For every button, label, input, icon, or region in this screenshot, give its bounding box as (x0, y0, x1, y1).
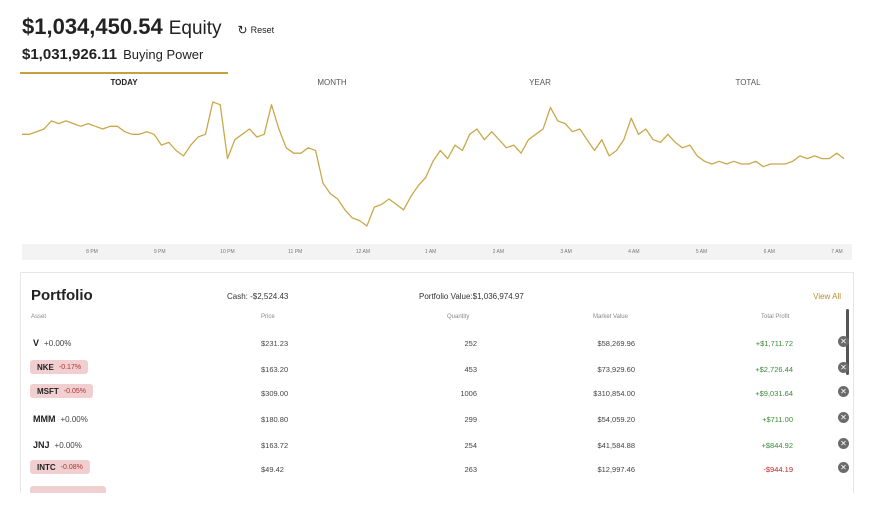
tab-today[interactable]: TODAY (20, 74, 228, 88)
quantity-cell: 263 (464, 465, 477, 474)
tab-month[interactable]: MONTH (228, 74, 436, 88)
asset-cell: NKE -0.17% (30, 360, 89, 374)
remove-icon[interactable]: ✕ (838, 386, 849, 397)
time-tick-label: 6 AM (763, 249, 775, 255)
reset-label: Reset (250, 25, 275, 35)
table-row[interactable]: INTC -0.08% $49.42 263 $12,997.46 -$944.… (21, 457, 849, 481)
col-price: Price (261, 314, 275, 320)
asset-change: +0.00% (44, 338, 72, 348)
quantity-cell: 1006 (460, 389, 477, 398)
time-axis: 8 PM 9 PM 10 PM 11 PM 12 AM 1 AM 2 AM 3 AM 4 AM 5… (22, 244, 852, 260)
total-profit-cell: +$2,726.44 (755, 365, 793, 374)
portfolio-title: Portfolio (31, 287, 93, 304)
asset-cell: INTC -0.08% (30, 460, 90, 474)
col-market-value: Market Value (593, 314, 628, 320)
asset-cell: JNJ +0.00% (33, 440, 82, 450)
price-cell: $163.20 (261, 365, 289, 374)
reset-icon: ↻ (237, 23, 248, 37)
cash-balance: Cash: -$2,524.43 (227, 292, 289, 301)
equity-row: $1,034,450.54 Equity ↻ Reset (22, 14, 274, 40)
price-cell: $163.72 (261, 441, 289, 450)
time-tick-label: 1 AM (424, 249, 437, 255)
price-cell: $231.23 (261, 339, 289, 348)
portfolio-header: Portfolio Cash: -$2,524.43 Portfolio Val… (21, 273, 853, 307)
remove-icon[interactable]: ✕ (838, 412, 849, 423)
time-tick-label: 3 AM (560, 249, 572, 255)
asset-symbol: JNJ (33, 440, 50, 450)
table-row[interactable]: MMM +0.00% $180.80 299 $54,059.20 +$711.… (21, 407, 849, 431)
equity-series-line (22, 101, 844, 227)
col-total-profit: Total Profit (761, 314, 790, 320)
asset-symbol: V (33, 338, 40, 348)
account-header: $1,034,450.54 Equity ↻ Reset $1,031,926.… (22, 14, 274, 63)
tab-total[interactable]: TOTAL (644, 74, 852, 88)
timeframe-tabs: TODAY MONTH YEAR TOTAL (20, 74, 854, 88)
table-row[interactable]: JNJ +0.00% $163.72 254 $41,584.88 +$844.… (21, 433, 849, 457)
view-all-link[interactable]: View All (813, 292, 841, 301)
time-tick-label: 2 AM (492, 249, 505, 255)
asset-cell: V +0.00% (33, 338, 71, 348)
asset-cell: MMM +0.00% (33, 414, 88, 424)
total-profit-cell: +$711.00 (762, 415, 793, 424)
quantity-cell: 252 (464, 339, 477, 348)
total-profit-cell: -$944.19 (763, 465, 793, 474)
time-tick-label: 10 PM (220, 249, 235, 255)
equity-value: $1,034,450.54 (22, 14, 163, 39)
tab-year[interactable]: YEAR (436, 74, 644, 88)
asset-symbol: MSFT (37, 386, 59, 396)
table-row[interactable]: MSFT -0.05% $309.00 1006 $310,854.00 +$9… (21, 381, 849, 405)
remove-icon[interactable]: ✕ (838, 362, 849, 373)
col-asset: Asset (31, 314, 47, 320)
table-row[interactable]: V +0.00% $231.23 252 $58,269.96 +$1,711.… (21, 331, 849, 355)
remove-icon[interactable]: ✕ (838, 438, 849, 449)
time-tick-label: 5 AM (695, 249, 708, 255)
time-tick-label: 7 AM (831, 249, 843, 255)
market-value-cell: $54,059.20 (597, 415, 635, 424)
price-cell: $49.42 (261, 465, 284, 474)
asset-change: -0.05% (63, 387, 86, 395)
market-value-cell: $41,584.88 (597, 441, 635, 450)
reset-button[interactable]: ↻ Reset (237, 23, 275, 37)
asset-change: +0.00% (54, 440, 82, 450)
total-profit-cell: +$1,711.72 (755, 339, 793, 348)
equity-label: Equity (168, 18, 222, 39)
col-quantity: Quantity (447, 314, 470, 320)
asset-cell (30, 486, 106, 493)
equity-line-chart (22, 101, 844, 227)
market-value-cell: $58,269.96 (597, 339, 635, 348)
asset-symbol: INTC (37, 462, 56, 472)
asset-symbol: NKE (37, 362, 54, 372)
asset-change: -0.08% (60, 463, 83, 471)
portfolio-panel: Portfolio Cash: -$2,524.43 Portfolio Val… (20, 272, 854, 493)
buying-power-row: $1,031,926.11 Buying Power (22, 46, 274, 63)
market-value-cell: $310,854.00 (593, 389, 635, 398)
buying-power-value: $1,031,926.11 (22, 46, 118, 63)
asset-change: +0.00% (60, 414, 88, 424)
time-tick-label: 11 PM (288, 249, 303, 255)
asset-change: -0.17% (58, 363, 82, 371)
total-profit-cell: +$844.92 (761, 441, 794, 450)
portfolio-value: Portfolio Value:$1,036,974.97 (419, 292, 524, 301)
market-value-cell: $12,997.46 (597, 465, 635, 474)
total-profit-cell: +$9,031.64 (755, 389, 793, 398)
price-cell: $180.80 (261, 415, 289, 424)
time-tick-label: 4 AM (628, 249, 640, 255)
table-row[interactable]: NKE -0.17% $163.20 453 $73,929.60 +$2,72… (21, 357, 849, 381)
quantity-cell: 299 (464, 415, 477, 424)
remove-icon[interactable]: ✕ (838, 462, 849, 473)
quantity-cell: 254 (464, 441, 477, 450)
market-value-cell: $73,929.60 (597, 365, 635, 374)
remove-icon[interactable]: ✕ (838, 336, 849, 347)
price-cell: $309.00 (261, 389, 289, 398)
table-row-partial[interactable] (21, 483, 821, 493)
asset-cell: MSFT -0.05% (30, 384, 93, 398)
time-tick-label: 9 PM (153, 249, 166, 255)
time-tick-label: 12 AM (355, 249, 370, 255)
time-tick-label: 8 PM (86, 249, 98, 255)
asset-symbol: MMM (33, 414, 56, 424)
quantity-cell: 453 (464, 365, 477, 374)
buying-power-label: Buying Power (123, 47, 204, 62)
